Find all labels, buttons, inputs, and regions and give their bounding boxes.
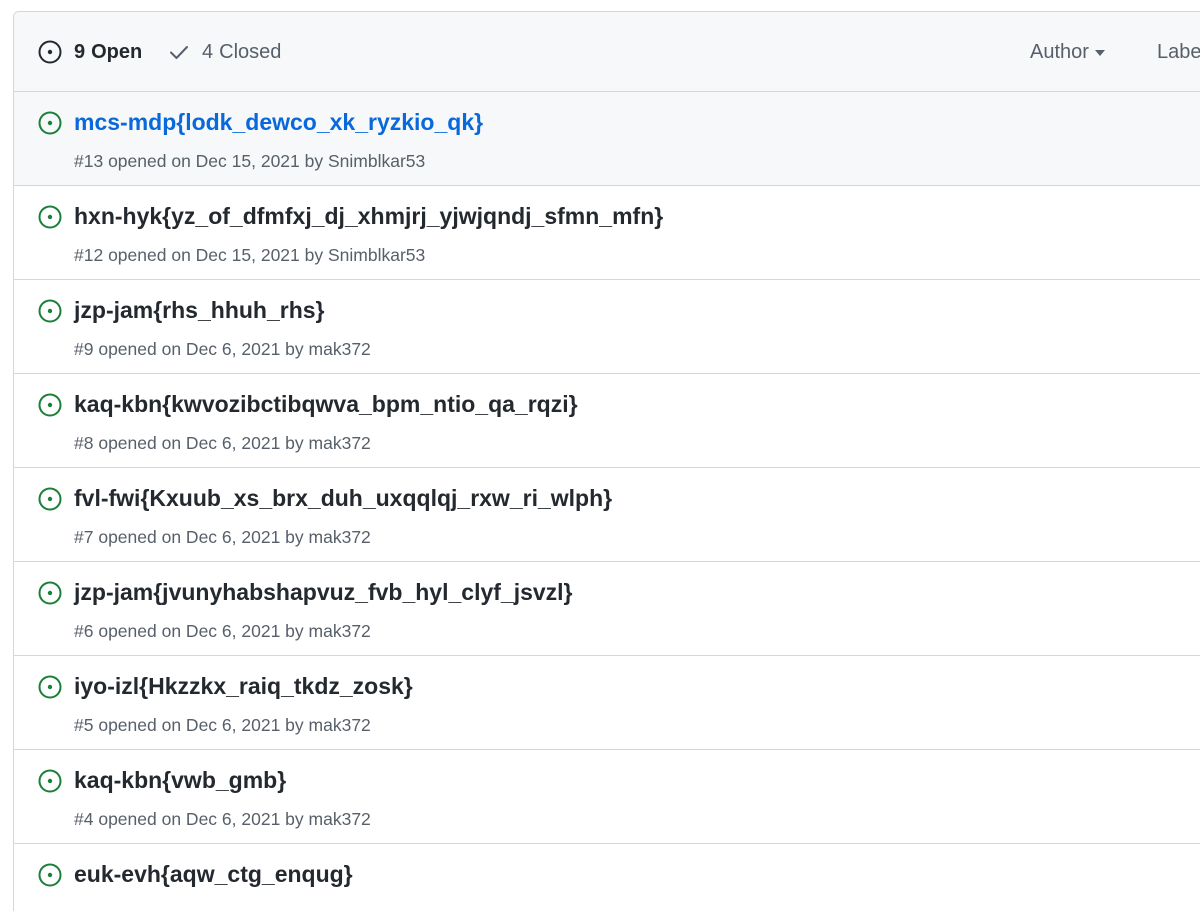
issue-row[interactable]: mcs-mdp{lodk_dewco_xk_ryzkio_qk} #13 open… [14, 92, 1200, 186]
issue-opened-text: opened on Dec 15, 2021 by [108, 151, 324, 171]
issue-list: mcs-mdp{lodk_dewco_xk_ryzkio_qk} #13 open… [14, 92, 1200, 911]
issue-opened-icon [38, 205, 62, 229]
closed-count: 4 [202, 40, 214, 63]
author-filter-label: Author [1030, 40, 1089, 63]
label-filter-button[interactable]: Labe [1157, 12, 1200, 92]
issue-opened-text: opened on Dec 6, 2021 by [98, 621, 304, 641]
issue-number: #6 [74, 621, 94, 641]
issue-row[interactable]: jzp-jam{rhs_hhuh_rhs} #9 opened on Dec 6,… [14, 280, 1200, 374]
issue-number: #12 [74, 245, 104, 265]
open-issues-tab[interactable]: 9 Open [38, 12, 142, 92]
issue-number: #5 [74, 715, 94, 735]
issue-opened-icon [38, 299, 62, 323]
issue-row[interactable]: hxn-hyk{yz_of_dfmfxj_dj_xhmjrj_yjwjqndj_… [14, 186, 1200, 280]
open-label: Open [91, 40, 143, 63]
issue-row[interactable]: iyo-izl{Hkzzkx_raiq_tkdz_zosk} #5 opened … [14, 656, 1200, 750]
issues-header: 9 Open 4 Closed Author Labe [14, 12, 1200, 92]
closed-issues-tab[interactable]: 4 Closed [168, 12, 281, 92]
issue-number: #13 [74, 151, 104, 171]
issue-title-link[interactable]: mcs-mdp{lodk_dewco_xk_ryzkio_qk} [74, 109, 483, 136]
issue-title-link[interactable]: kaq-kbn{kwvozibctibqwva_bpm_ntio_qa_rqzi… [74, 391, 578, 418]
issue-title-link[interactable]: hxn-hyk{yz_of_dfmfxj_dj_xhmjrj_yjwjqndj_… [74, 203, 663, 230]
chevron-down-icon [1094, 50, 1105, 56]
issue-meta: #4 opened on Dec 6, 2021 by mak372 [74, 809, 371, 830]
closed-label: Closed [219, 40, 282, 63]
issue-title-link[interactable]: fvl-fwi{Kxuub_xs_brx_duh_uxqqlqj_rxw_ri_… [74, 485, 612, 512]
issue-meta: #6 opened on Dec 6, 2021 by mak372 [74, 621, 371, 642]
issue-opened-text: opened on Dec 6, 2021 by [98, 809, 304, 829]
issue-opened-icon [38, 40, 62, 64]
issue-opened-icon [38, 769, 62, 793]
issue-author-link[interactable]: mak372 [309, 809, 371, 829]
issue-author-link[interactable]: Snimblkar53 [328, 245, 425, 265]
issue-meta: #5 opened on Dec 6, 2021 by mak372 [74, 715, 371, 736]
issue-opened-text: opened on Dec 6, 2021 by [98, 527, 304, 547]
issue-opened-text: opened on Dec 6, 2021 by [98, 715, 304, 735]
issue-meta: #12 opened on Dec 15, 2021 by Snimblkar5… [74, 245, 425, 266]
issue-author-link[interactable]: mak372 [309, 339, 371, 359]
issue-meta: #8 opened on Dec 6, 2021 by mak372 [74, 433, 371, 454]
issue-title-link[interactable]: euk-evh{aqw_ctg_enqug} [74, 861, 353, 888]
issue-opened-icon [38, 581, 62, 605]
open-count: 9 [74, 40, 86, 63]
issue-number: #9 [74, 339, 94, 359]
issue-author-link[interactable]: Snimblkar53 [328, 151, 425, 171]
issue-author-link[interactable]: mak372 [309, 621, 371, 641]
issue-author-link[interactable]: mak372 [309, 433, 371, 453]
issues-box: 9 Open 4 Closed Author Labe mcs-mdp{lodk… [13, 11, 1200, 911]
issue-title-link[interactable]: kaq-kbn{vwb_gmb} [74, 767, 286, 794]
issue-number: #7 [74, 527, 94, 547]
issue-opened-icon [38, 863, 62, 887]
check-icon [170, 46, 188, 59]
issue-opened-text: opened on Dec 6, 2021 by [98, 433, 304, 453]
issue-opened-icon [38, 675, 62, 699]
issue-title-link[interactable]: jzp-jam{rhs_hhuh_rhs} [74, 297, 325, 324]
issue-opened-text: opened on Dec 15, 2021 by [108, 245, 324, 265]
issue-author-link[interactable]: mak372 [309, 527, 371, 547]
author-filter-button[interactable]: Author [1030, 12, 1105, 92]
issue-title-link[interactable]: jzp-jam{jvunyhabshapvuz_fvb_hyl_clyf_jsv… [74, 579, 573, 606]
issue-row[interactable]: kaq-kbn{kwvozibctibqwva_bpm_ntio_qa_rqzi… [14, 374, 1200, 468]
issue-number: #4 [74, 809, 94, 829]
issue-opened-icon [38, 111, 62, 135]
issue-opened-icon [38, 487, 62, 511]
issue-opened-text: opened on Dec 6, 2021 by [98, 339, 304, 359]
issue-meta: #7 opened on Dec 6, 2021 by mak372 [74, 527, 371, 548]
issue-meta: #9 opened on Dec 6, 2021 by mak372 [74, 339, 371, 360]
issue-title-link[interactable]: iyo-izl{Hkzzkx_raiq_tkdz_zosk} [74, 673, 413, 700]
issue-meta: #13 opened on Dec 15, 2021 by Snimblkar5… [74, 151, 425, 172]
issue-row[interactable]: euk-evh{aqw_ctg_enqug} [14, 844, 1200, 911]
issue-author-link[interactable]: mak372 [309, 715, 371, 735]
issue-row[interactable]: fvl-fwi{Kxuub_xs_brx_duh_uxqqlqj_rxw_ri_… [14, 468, 1200, 562]
label-filter-label: Labe [1157, 40, 1200, 63]
issue-number: #8 [74, 433, 94, 453]
issue-row[interactable]: kaq-kbn{vwb_gmb} #4 opened on Dec 6, 2021… [14, 750, 1200, 844]
issue-row[interactable]: jzp-jam{jvunyhabshapvuz_fvb_hyl_clyf_jsv… [14, 562, 1200, 656]
issue-opened-icon [38, 393, 62, 417]
